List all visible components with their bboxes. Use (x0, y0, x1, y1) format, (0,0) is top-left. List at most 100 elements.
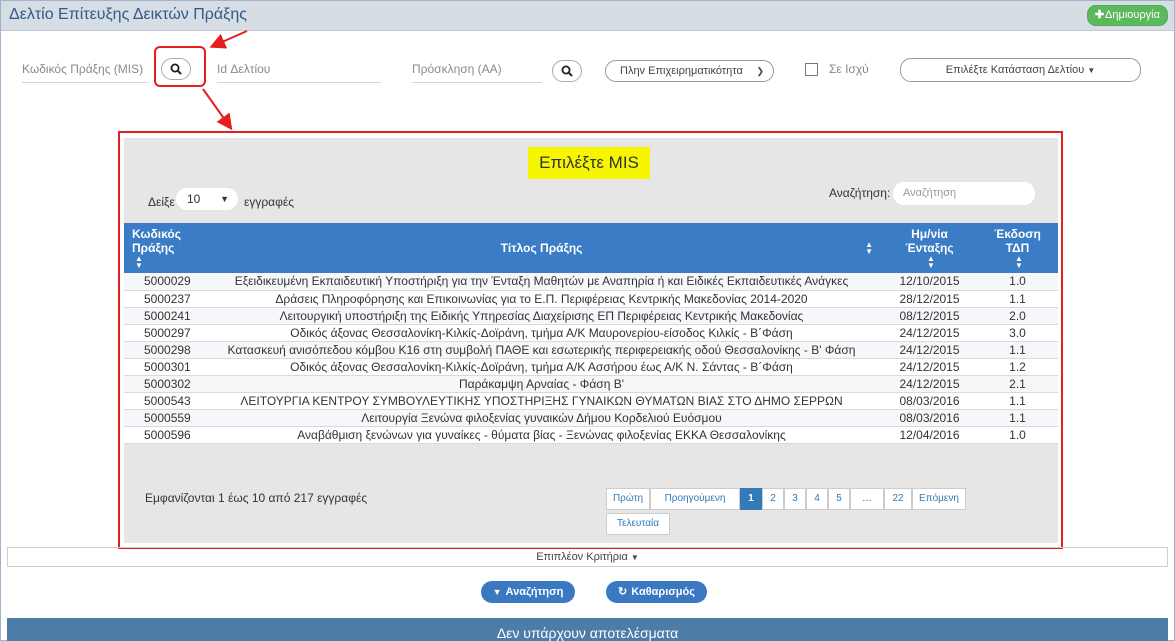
column-header-title[interactable]: Τίτλος Πράξης ▲ ▼ (201, 223, 882, 273)
cell-date: 24/12/2015 (882, 358, 977, 376)
column-header-version[interactable]: Έκδοση ΤΔΠ▲ ▼ (977, 223, 1058, 273)
cell-version: 1.1 (977, 341, 1058, 359)
cell-code: 5000237 (124, 290, 201, 308)
cell-date: 28/12/2015 (882, 290, 977, 308)
cell-code: 5000302 (124, 375, 201, 393)
cell-version: 1.1 (977, 392, 1058, 410)
cell-date: 24/12/2015 (882, 375, 977, 393)
cell-date: 08/12/2015 (882, 307, 977, 325)
pagination-previous-label: Προηγούμενη (664, 493, 726, 504)
cell-code: 5000596 (124, 426, 201, 444)
search-button-label: Αναζήτηση (505, 586, 564, 598)
chevron-down-icon: ▼ (220, 194, 229, 204)
cell-version: 1.0 (977, 426, 1058, 444)
column-header-date-label: Ημ/νία Ένταξης (905, 226, 954, 255)
column-header-title-label: Τίτλος Πράξης (500, 241, 583, 255)
cell-date: 24/12/2015 (882, 324, 977, 342)
cell-code: 5000029 (124, 273, 201, 291)
table-row[interactable]: 5000241 Λειτουργική υποστήριξη της Ειδική… (124, 307, 1058, 325)
table-row[interactable]: 5000302 Παράκαμψη Αρναίας - Φάση Β' 24/12/… (124, 375, 1058, 393)
cell-title: Λειτουργική υποστήριξη της Ειδικής Υπηρε… (201, 307, 882, 325)
column-header-code[interactable]: Κωδικός Πράξης▲ ▼ (124, 223, 201, 273)
pagination-previous[interactable]: Προηγούμενη (650, 488, 740, 510)
table-search-label: Αναζήτηση: (829, 186, 891, 200)
clear-button-label: Καθαρισμός (631, 586, 695, 598)
cell-code: 5000301 (124, 358, 201, 376)
search-button[interactable]: ▼ Αναζήτηση (481, 581, 575, 603)
cell-title: Παράκαμψη Αρναίας - Φάση Β' (201, 375, 882, 393)
clear-button[interactable]: ↻ Καθαρισμός (606, 581, 707, 603)
records-label: εγγραφές (244, 195, 295, 209)
table-row[interactable]: 5000297 Οδικός άξονας Θεσσαλονίκη-Κιλκίς-… (124, 324, 1058, 342)
cell-code: 5000241 (124, 307, 201, 325)
cell-version: 1.0 (977, 273, 1058, 291)
sort-icon: ▲ ▼ (1015, 254, 1023, 271)
column-header-version-label: Έκδοση ΤΔΠ (994, 226, 1041, 255)
cell-title: Λειτουργία Ξενώνα φιλοξενίας γυναικών Δή… (201, 409, 882, 427)
table-search-placeholder: Αναζήτηση (903, 187, 957, 199)
pagination-next[interactable]: Επόμενη (912, 488, 966, 510)
cell-date: 08/03/2016 (882, 392, 977, 410)
cell-code: 5000298 (124, 341, 201, 359)
page-length-select[interactable]: 10 ▼ (176, 188, 238, 210)
more-criteria-toggle[interactable]: Επιπλέον Κριτήρια ▼ (7, 547, 1168, 567)
table-row[interactable]: 5000596 Αναβάθμιση ξενώνων για γυναίκες -… (124, 426, 1058, 444)
pagination-page-2[interactable]: 2 (762, 488, 784, 510)
mis-table: Κωδικός Πράξης▲ ▼ Τίτλος Πράξης ▲ ▼ Ημ/νία… (124, 223, 1058, 444)
cell-version: 1.2 (977, 358, 1058, 376)
column-header-date[interactable]: Ημ/νία Ένταξης▲ ▼ (882, 223, 977, 273)
pagination-page-label: 2 (770, 493, 776, 504)
pagination-next-label: Επόμενη (919, 493, 959, 504)
refresh-icon: ↻ (618, 586, 628, 598)
caret-down-icon: ▼ (630, 553, 639, 562)
pagination-ellipsis-label: … (862, 493, 872, 504)
pagination-page-4[interactable]: 4 (806, 488, 828, 510)
table-search-input[interactable]: Αναζήτηση (893, 182, 1035, 205)
pagination-page-1[interactable]: 1 (740, 488, 762, 510)
pagination-page-5[interactable]: 5 (828, 488, 850, 510)
pagination-last[interactable]: Τελευταία (606, 513, 670, 535)
sort-icon: ▲ ▼ (865, 240, 873, 256)
page-length-label: Δείξε (148, 195, 175, 209)
pagination-first-label: Πρώτη (612, 493, 644, 504)
cell-title: Εξειδικευμένη Εκπαιδευτική Υποστήριξη γι… (201, 273, 882, 291)
caret-down-icon: ▼ (492, 587, 502, 597)
pagination-page-label: 22 (892, 493, 904, 504)
cell-title: Δράσεις Πληροφόρησης και Επικοινωνίας γι… (201, 290, 882, 308)
table-row[interactable]: 5000298 Κατασκευή ανισόπεδου κόμβου Κ16 σ… (124, 341, 1058, 359)
table-row[interactable]: 5000559 Λειτουργία Ξενώνα φιλοξενίας γυνα… (124, 409, 1058, 427)
cell-date: 12/04/2016 (882, 426, 977, 444)
cell-title: Οδικός άξονας Θεσσαλονίκη-Κιλκίς-Δοϊράνη… (201, 358, 882, 376)
pagination-page-22[interactable]: 22 (884, 488, 912, 510)
page-length-value: 10 (187, 192, 201, 206)
sort-icon: ▲ ▼ (135, 254, 143, 271)
table-row[interactable]: 5000543 ΛΕΙΤΟΥΡΓΙΑ ΚΕΝΤΡΟΥ ΣΥΜΒΟΥΛΕΥΤΙΚΗΣ… (124, 392, 1058, 410)
cell-version: 2.1 (977, 375, 1058, 393)
pagination-ellipsis: … (850, 488, 884, 510)
pagination-page-label: 4 (814, 493, 820, 504)
more-criteria-label: Επιπλέον Κριτήρια (536, 551, 628, 563)
arrow-to-search-button (209, 30, 248, 49)
table-row[interactable]: 5000237 Δράσεις Πληροφόρησης και Επικοινω… (124, 290, 1058, 308)
cell-version: 3.0 (977, 324, 1058, 342)
column-header-code-label: Κωδικός Πράξης (132, 226, 182, 255)
cell-code: 5000543 (124, 392, 201, 410)
cell-title: Κατασκευή ανισόπεδου κόμβου Κ16 στη συμβ… (201, 341, 882, 359)
cell-title: Οδικός άξονας Θεσσαλονίκη-Κιλκίς-Δοϊράνη… (201, 324, 882, 342)
pagination-first[interactable]: Πρώτη (606, 488, 650, 510)
cell-date: 12/10/2015 (882, 273, 977, 291)
cell-version: 2.0 (977, 307, 1058, 325)
cell-date: 24/12/2015 (882, 341, 977, 359)
pagination-last-label: Τελευταία (617, 518, 659, 529)
table-row[interactable]: 5000029 Εξειδικευμένη Εκπαιδευτική Υποστή… (124, 273, 1058, 291)
table-info: Εμφανίζονται 1 έως 10 από 217 εγγραφές (145, 491, 368, 505)
no-results-bar: Δεν υπάρχουν αποτελέσματα (7, 618, 1168, 641)
pagination-page-3[interactable]: 3 (784, 488, 806, 510)
pagination-page-label: 1 (748, 493, 754, 504)
cell-code: 5000559 (124, 409, 201, 427)
cell-title: ΛΕΙΤΟΥΡΓΙΑ ΚΕΝΤΡΟΥ ΣΥΜΒΟΥΛΕΥΤΙΚΗΣ ΥΠΟΣΤΗ… (201, 392, 882, 410)
modal-title: Επιλέξτε MIS (528, 147, 650, 179)
table-row[interactable]: 5000301 Οδικός άξονας Θεσσαλονίκη-Κιλκίς-… (124, 358, 1058, 376)
cell-version: 1.1 (977, 290, 1058, 308)
cell-version: 1.1 (977, 409, 1058, 427)
